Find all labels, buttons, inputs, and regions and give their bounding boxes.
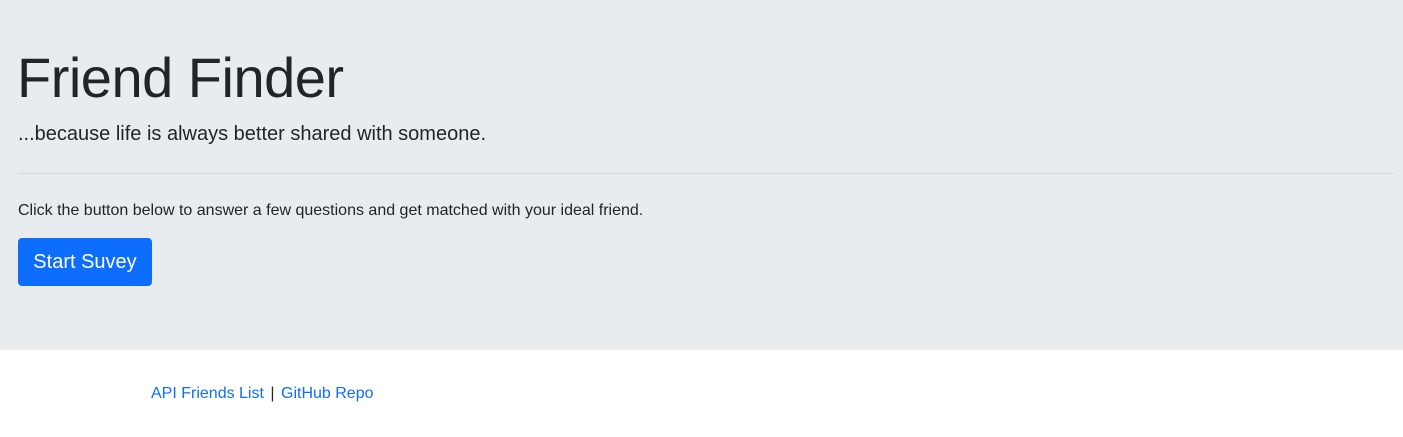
page-title: Friend Finder xyxy=(17,46,344,109)
footer-links: API Friends List | GitHub Repo xyxy=(151,383,374,405)
description-text: Click the button below to answer a few q… xyxy=(18,202,644,219)
github-repo-link[interactable]: GitHub Repo xyxy=(281,385,374,402)
lead-text: ...because life is always better shared … xyxy=(18,123,487,145)
footer-separator: | xyxy=(270,385,275,402)
api-friends-list-link[interactable]: API Friends List xyxy=(151,385,264,402)
divider xyxy=(18,173,1394,174)
start-survey-button[interactable]: Start Suvey xyxy=(18,238,152,286)
jumbotron: Friend Finder ...because life is always … xyxy=(0,0,1403,350)
